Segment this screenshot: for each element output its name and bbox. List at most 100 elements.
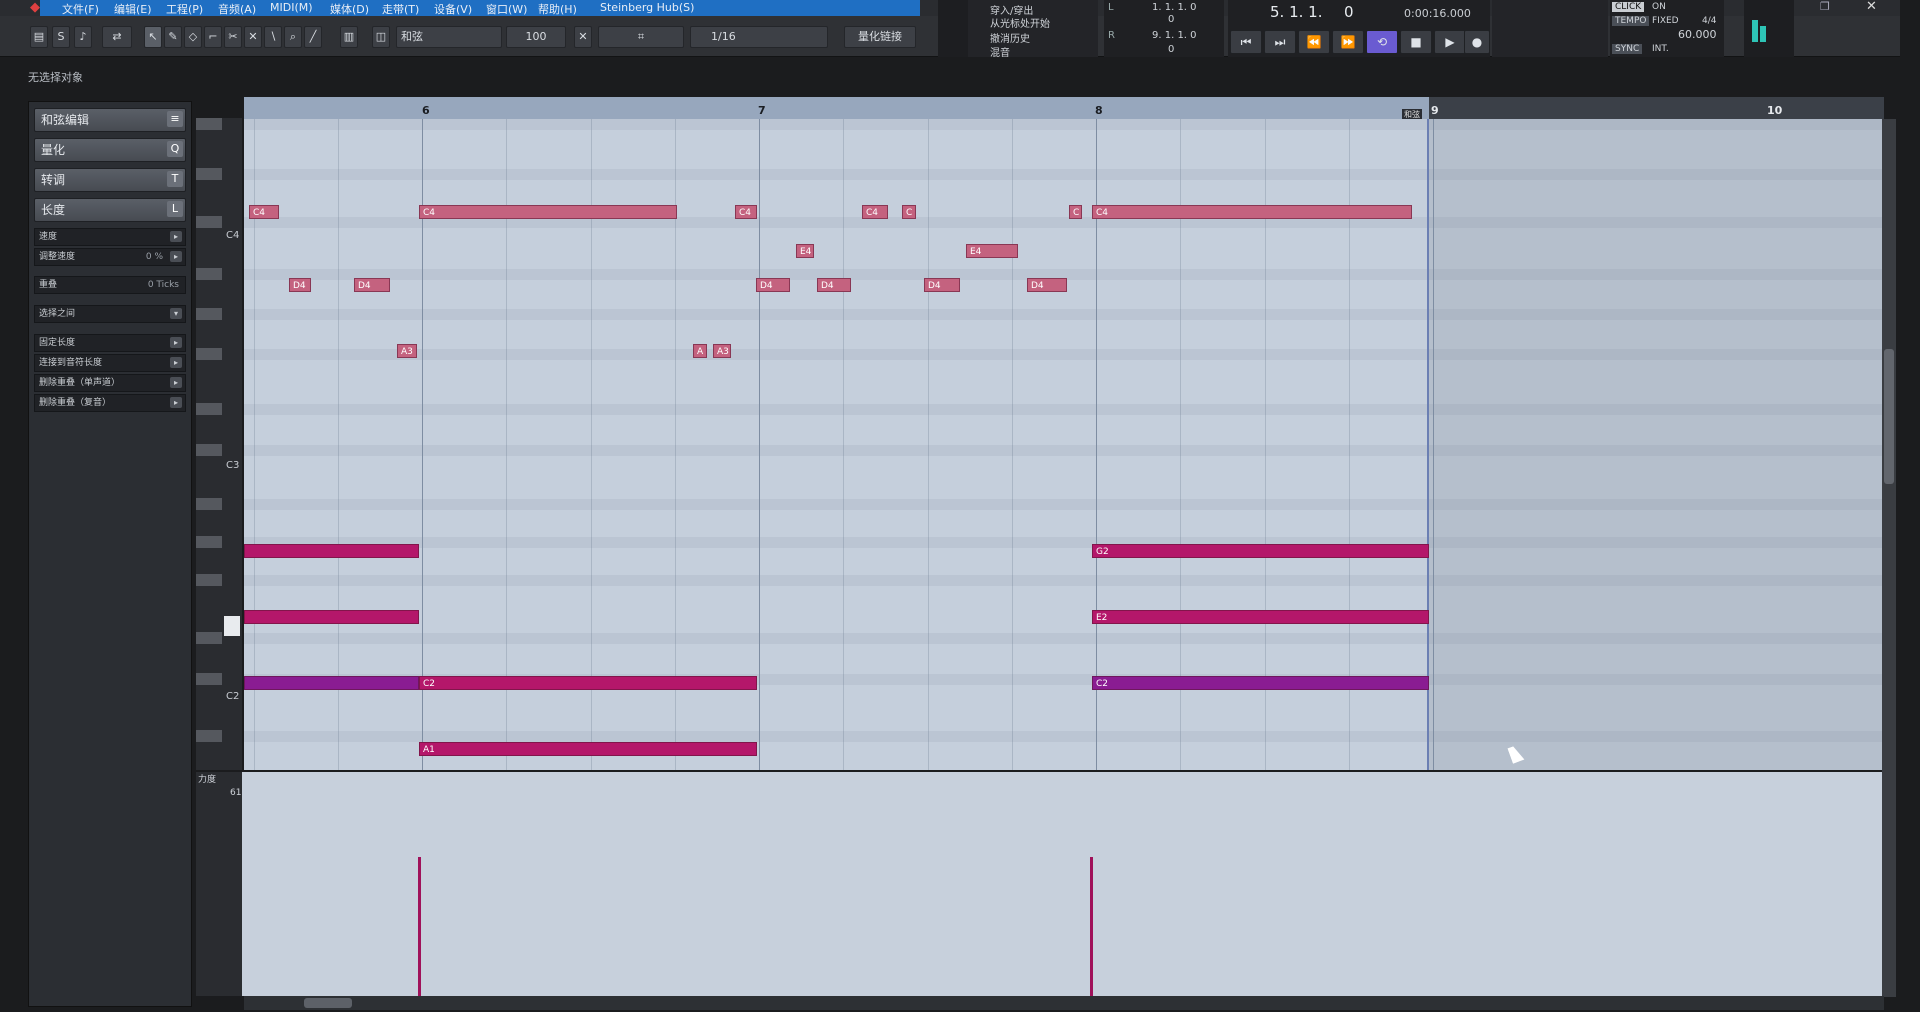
midi-note[interactable]: D4	[817, 278, 851, 292]
menu-steinberg-hub[interactable]: Steinberg Hub(S)	[600, 1, 694, 14]
horizontal-scrollbar[interactable]	[244, 996, 1884, 1010]
menu-devices[interactable]: 设备(V)	[434, 1, 472, 17]
menu-midi[interactable]: MIDI(M)	[270, 1, 313, 14]
vertical-scrollbar[interactable]	[1882, 119, 1896, 997]
close-icon[interactable]: ✕	[1866, 0, 1877, 14]
horizontal-scroll-thumb[interactable]	[304, 998, 352, 1008]
split-tool-icon[interactable]: ✂	[224, 26, 242, 48]
midi-note[interactable]: A	[693, 344, 707, 358]
eraser-tool-icon[interactable]: ◇	[184, 26, 202, 48]
midi-note[interactable]: C2	[1092, 676, 1429, 690]
play-icon[interactable]: ▶	[1434, 30, 1466, 54]
restore-icon[interactable]: ❐	[1820, 0, 1830, 13]
velocity-bar[interactable]	[418, 857, 421, 996]
midi-note[interactable]: C4	[735, 205, 757, 219]
black-key[interactable]	[196, 536, 222, 548]
midi-note[interactable]: C	[1069, 205, 1082, 219]
black-key[interactable]	[196, 673, 222, 685]
quantize-link-button[interactable]: 量化链接	[844, 26, 916, 48]
line-tool-icon[interactable]: ╱	[304, 26, 322, 48]
midi-note[interactable]: C4	[1092, 205, 1412, 219]
menu-media[interactable]: 媒体(D)	[330, 1, 369, 17]
cubase-logo-icon[interactable]: ◆	[30, 1, 44, 15]
velocity-bar[interactable]	[1090, 857, 1093, 996]
trim-tool-icon[interactable]: ⌐	[204, 26, 222, 48]
black-key[interactable]	[196, 268, 222, 280]
midi-note[interactable]: E2	[1092, 610, 1429, 624]
midi-note[interactable]: C4	[862, 205, 888, 219]
snap-icon[interactable]: ✕	[574, 26, 592, 48]
black-key[interactable]	[196, 168, 222, 180]
row-fixed-length[interactable]: 固定长度 ▸	[34, 334, 186, 352]
time-display[interactable]: 0:00:16.000	[1404, 7, 1471, 20]
midi-note[interactable]: A1	[419, 742, 757, 756]
section-transpose[interactable]: 转调 T	[34, 168, 186, 192]
apply-icon[interactable]: ▸	[170, 397, 182, 408]
midi-note[interactable]	[244, 544, 419, 558]
midi-note[interactable]: G2	[1092, 544, 1429, 558]
velocity-lane[interactable]: 力度 61	[196, 772, 1882, 996]
black-key[interactable]	[196, 403, 222, 415]
go-to-end-icon[interactable]: ⏭	[1264, 30, 1296, 54]
apply-icon[interactable]: ▸	[170, 251, 182, 262]
apply-icon[interactable]: ▸	[170, 377, 182, 388]
midi-note[interactable]: C	[902, 205, 916, 219]
menu-file[interactable]: 文件(F)	[62, 1, 99, 17]
midi-note[interactable]: D4	[354, 278, 390, 292]
section-length[interactable]: 长度 L	[34, 198, 186, 222]
signature[interactable]: 4/4	[1702, 16, 1716, 26]
forward-icon[interactable]: ⏩	[1332, 30, 1364, 54]
midi-note[interactable]: D4	[924, 278, 960, 292]
menu-edit[interactable]: 编辑(E)	[114, 1, 152, 17]
piano-keyboard[interactable]: C4 C3 C2	[196, 118, 242, 770]
black-key[interactable]	[196, 308, 222, 320]
black-key[interactable]	[196, 632, 222, 644]
midi-note[interactable]: D4	[289, 278, 311, 292]
step-input-icon[interactable]: ▥	[340, 26, 358, 48]
menu-transport[interactable]: 走带(T)	[382, 1, 419, 17]
quantize-dropdown[interactable]: 1/16	[690, 26, 828, 48]
menu-window[interactable]: 窗口(W)	[486, 1, 527, 17]
pencil-tool-icon[interactable]: ✎	[164, 26, 182, 48]
tempo-value[interactable]: 60.000	[1678, 28, 1717, 41]
midi-note[interactable]: E4	[966, 244, 1018, 258]
vertical-scroll-thumb[interactable]	[1884, 349, 1894, 484]
black-key[interactable]	[196, 216, 222, 228]
apply-icon[interactable]: ▸	[170, 337, 182, 348]
stop-icon[interactable]: ■	[1400, 30, 1432, 54]
start-at-cursor-option[interactable]: 从光标处开始	[990, 15, 1050, 30]
note-grid[interactable]: C4 D4 D4 A3 C4 A A3 C4 D4 E4 D4 C4 C D4 E4 D4 C C4 C2 A1 G2 E…	[244, 119, 1882, 770]
rewind-icon[interactable]: ⏪	[1298, 30, 1330, 54]
midi-note[interactable]: C4	[419, 205, 677, 219]
click-label[interactable]: CLICK	[1612, 2, 1645, 12]
zoom-tool-icon[interactable]: ⌕	[284, 26, 302, 48]
midi-note[interactable]	[244, 676, 419, 690]
section-chord-editing[interactable]: 和弦编辑 ≡	[34, 108, 186, 132]
midi-note[interactable]: D4	[1027, 278, 1067, 292]
row-delete-overlap-poly[interactable]: 删除重叠（复音） ▸	[34, 394, 186, 412]
section-quantize[interactable]: 量化 Q	[34, 138, 186, 162]
row-overlap[interactable]: 重叠 0 Ticks	[34, 276, 186, 294]
apply-icon[interactable]: ▸	[170, 357, 182, 368]
row-between-selection[interactable]: 选择之间 ▾	[34, 305, 186, 323]
velocity-field[interactable]: 100	[506, 26, 566, 48]
row-delete-overlap-mono[interactable]: 删除重叠（单声道） ▸	[34, 374, 186, 392]
undo-history-option[interactable]: 撤消历史	[990, 30, 1030, 45]
black-key[interactable]	[196, 730, 222, 742]
menu-help[interactable]: 帮助(H)	[538, 1, 577, 17]
chord-dropdown[interactable]: 和弦	[396, 26, 502, 48]
position-bars[interactable]: 5. 1. 1.	[1270, 3, 1322, 21]
row-speed[interactable]: 速度 ▸	[34, 228, 186, 246]
black-key[interactable]	[196, 574, 222, 586]
black-key[interactable]	[196, 348, 222, 360]
grid-type-dropdown[interactable]: ⌗	[598, 26, 684, 48]
cycle-icon[interactable]: ⟲	[1366, 30, 1398, 54]
solo-icon[interactable]: S	[52, 26, 70, 48]
black-key[interactable]	[196, 498, 222, 510]
midi-note[interactable]: A3	[397, 344, 417, 358]
midi-note[interactable]: A3	[713, 344, 731, 358]
mute-tool-icon[interactable]: ∖	[264, 26, 282, 48]
position-ticks[interactable]: 0	[1344, 3, 1354, 21]
autoscroll-icon[interactable]: ⇄	[102, 26, 132, 48]
row-adjust-speed[interactable]: 调整速度 0 % ▸	[34, 248, 186, 266]
